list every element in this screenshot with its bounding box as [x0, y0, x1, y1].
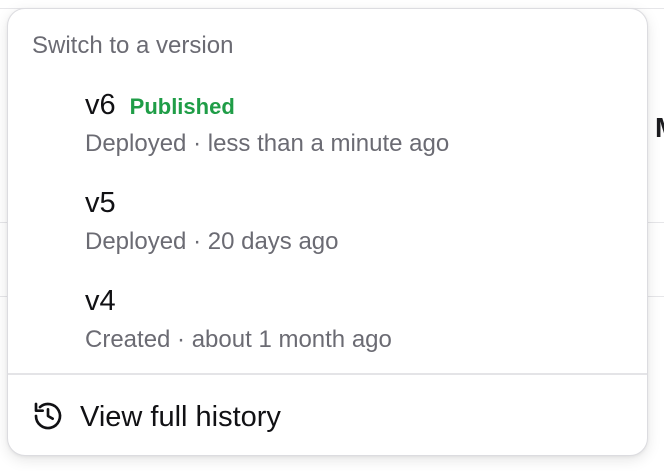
version-item-v5[interactable]: v5 Deployed · 20 days ago	[8, 185, 647, 277]
view-full-history-label: View full history	[80, 401, 281, 433]
version-name: v4	[85, 285, 116, 317]
version-row: v5	[85, 185, 116, 221]
version-item-v4[interactable]: v4 Created · about 1 month ago	[8, 283, 647, 375]
popover-header: Switch to a version	[32, 32, 234, 59]
version-switcher-popover: Switch to a version v6 Published Deploye…	[7, 8, 648, 456]
view-full-history-button[interactable]: View full history	[8, 375, 647, 455]
version-meta: Deployed · 20 days ago	[85, 228, 339, 255]
version-meta: Created · about 1 month ago	[85, 326, 392, 353]
version-row: v6 Published	[85, 87, 235, 125]
background-partial-text: M	[655, 114, 664, 142]
published-badge: Published	[129, 94, 235, 119]
version-meta: Deployed · less than a minute ago	[85, 130, 450, 157]
page: M Switch to a version v6 Published Deplo…	[0, 0, 664, 471]
version-item-v6[interactable]: v6 Published Deployed · less than a minu…	[8, 87, 647, 179]
version-name: v5	[85, 187, 116, 219]
version-row: v4	[85, 283, 116, 319]
history-icon	[34, 402, 62, 430]
version-name: v6	[85, 89, 116, 121]
